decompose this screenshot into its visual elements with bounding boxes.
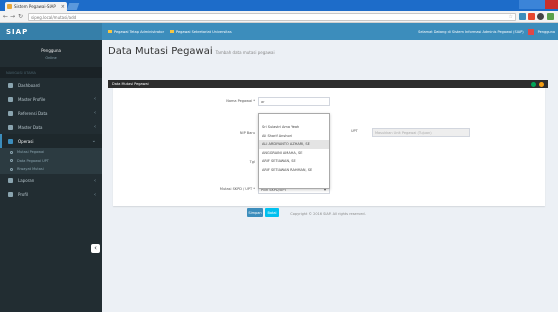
user-status: Online [45, 55, 57, 60]
address-bar: ← → ↻ sipeg.local/mutasi/add ☆ [0, 11, 558, 23]
star-icon[interactable]: ☆ [509, 14, 513, 20]
table-icon [8, 124, 13, 130]
browser-tab[interactable]: Sistem Pegawai-SIAP × [5, 2, 67, 11]
dropdown-option[interactable]: Sri Sulastri Ama Yeah [259, 123, 329, 132]
chevron-left-icon: ‹ [94, 177, 96, 184]
user-panel: Pengguna Online [0, 40, 102, 67]
sidebar-item-profil[interactable]: Profil ‹ [0, 188, 102, 202]
favicon-icon [7, 4, 12, 9]
upt-label: UPT [351, 129, 358, 133]
chevron-left-icon: ‹ [94, 191, 96, 198]
user-name: Pengguna [41, 47, 61, 53]
sidebar-header: NAVIGASI UTAMA [0, 67, 102, 78]
chevron-left-icon: ‹ [94, 96, 96, 102]
minimize-button[interactable] [519, 0, 532, 9]
reload-icon[interactable]: ↻ [18, 13, 23, 21]
sidebar-subitem[interactable]: Mutasi Pegawai [0, 148, 102, 157]
sidebar-item-referensi[interactable]: Referensi Data ‹ [0, 106, 102, 120]
circle-icon [10, 167, 13, 171]
sidebar-item-operasi[interactable]: Operasi ⌄ [0, 134, 102, 148]
dropdown-option[interactable]: ALI ARDIYANTO AZHARI, SE [259, 140, 329, 149]
sidebar: Pengguna Online NAVIGASI UTAMA Dashboard… [0, 40, 102, 312]
sidebar-toggle-button[interactable]: ‹ [91, 244, 100, 253]
footer: Copyright © 2016 SIAP. All rights reserv… [290, 212, 366, 216]
sidebar-item-dashboard[interactable]: Dashboard [0, 78, 102, 92]
chevron-left-icon: ‹ [94, 124, 96, 130]
url-input[interactable]: sipeg.local/mutasi/add ☆ [28, 13, 516, 21]
report-icon [8, 178, 13, 183]
user-avatar[interactable] [527, 28, 534, 35]
box-header: Data Mutasi Pegawai [108, 80, 548, 88]
nama-label: Nama Pegawai * [226, 99, 255, 103]
sidebar-item-master-data[interactable]: Master Data ‹ [0, 120, 102, 134]
minimize-box-icon[interactable] [531, 81, 536, 87]
database-icon [8, 110, 13, 116]
tab-title: Sistem Pegawai-SIAP [14, 4, 56, 9]
mutasi-label: Mutasi SKPD / UPT * [219, 187, 255, 191]
maximize-button[interactable] [532, 0, 545, 9]
chevron-left-icon: ‹ [94, 110, 96, 116]
dropdown-option[interactable]: ARIF SETIAWAN, SE [259, 157, 329, 166]
sidebar-subitem[interactable]: Riwayat Mutasi [0, 165, 102, 174]
dropdown-option[interactable]: ANGGRAINI AMAHA, SE [259, 149, 329, 158]
browser-tab-bar: Sistem Pegawai-SIAP × [0, 0, 558, 11]
forward-icon[interactable]: → [10, 13, 15, 21]
sidebar-item-laporan[interactable]: Laporan ‹ [0, 174, 102, 188]
chevron-left-icon: ‹ [94, 244, 97, 252]
box-title: Data Mutasi Pegawai [112, 82, 149, 86]
top-navbar: Pegawai Tetap Administrator Pegawai Sekr… [102, 23, 558, 40]
extension-icon[interactable] [519, 13, 526, 20]
dropdown-option[interactable]: ARIF SETIAWAN RAHMAN, SE [259, 166, 329, 175]
sidebar-item-master-profile[interactable]: Master Profile ‹ [0, 92, 102, 106]
nip-label: NIP Baru [239, 131, 255, 135]
profile-icon [8, 192, 13, 197]
new-tab-button[interactable] [66, 3, 80, 10]
page-title: Data Mutasi Pegawai Tambah data mutasi pe… [108, 46, 275, 57]
folder-icon [108, 30, 112, 33]
nav-item[interactable]: Pegawai Tetap Administrator [108, 30, 164, 34]
close-box-icon[interactable] [539, 81, 544, 87]
folder-icon [170, 30, 175, 33]
user-icon [8, 96, 13, 102]
extension-icon[interactable] [537, 13, 544, 20]
nama-pegawai-input[interactable]: ar [258, 97, 330, 106]
chevron-down-icon: ⌄ [91, 138, 96, 144]
tgl-label: Tgl [249, 160, 255, 164]
upt-input[interactable]: Masukkan Unit Pegawai (Tujuan) [372, 128, 470, 137]
dropdown-option[interactable]: Ali Sharif Anshori [259, 132, 329, 141]
window-controls [519, 0, 558, 9]
close-tab-icon[interactable]: × [61, 4, 65, 10]
close-window-button[interactable] [545, 0, 558, 9]
exchange-icon [8, 138, 13, 144]
circle-icon [10, 150, 13, 154]
user-menu[interactable]: Pengguna [538, 30, 555, 34]
nav-item[interactable]: Pegawai Sekretariat Universitas [170, 30, 232, 34]
sidebar-subitem[interactable]: Data Pegawai UPT [0, 156, 102, 165]
autocomplete-dropdown: Sri Sulastri Ama Yeah Ali Sharif Anshori… [258, 113, 330, 189]
welcome-text: Selamat Datang di Sistem Informasi Admin… [418, 29, 524, 34]
extension-icon[interactable] [547, 13, 554, 20]
page-subtitle: Tambah data mutasi pegawai [215, 50, 275, 55]
extension-icon[interactable] [528, 13, 535, 20]
dashboard-icon [8, 82, 13, 88]
circle-icon [10, 159, 13, 163]
url-text: sipeg.local/mutasi/add [31, 14, 77, 20]
back-icon[interactable]: ← [3, 13, 8, 21]
app-logo[interactable]: SIAP [0, 23, 102, 40]
